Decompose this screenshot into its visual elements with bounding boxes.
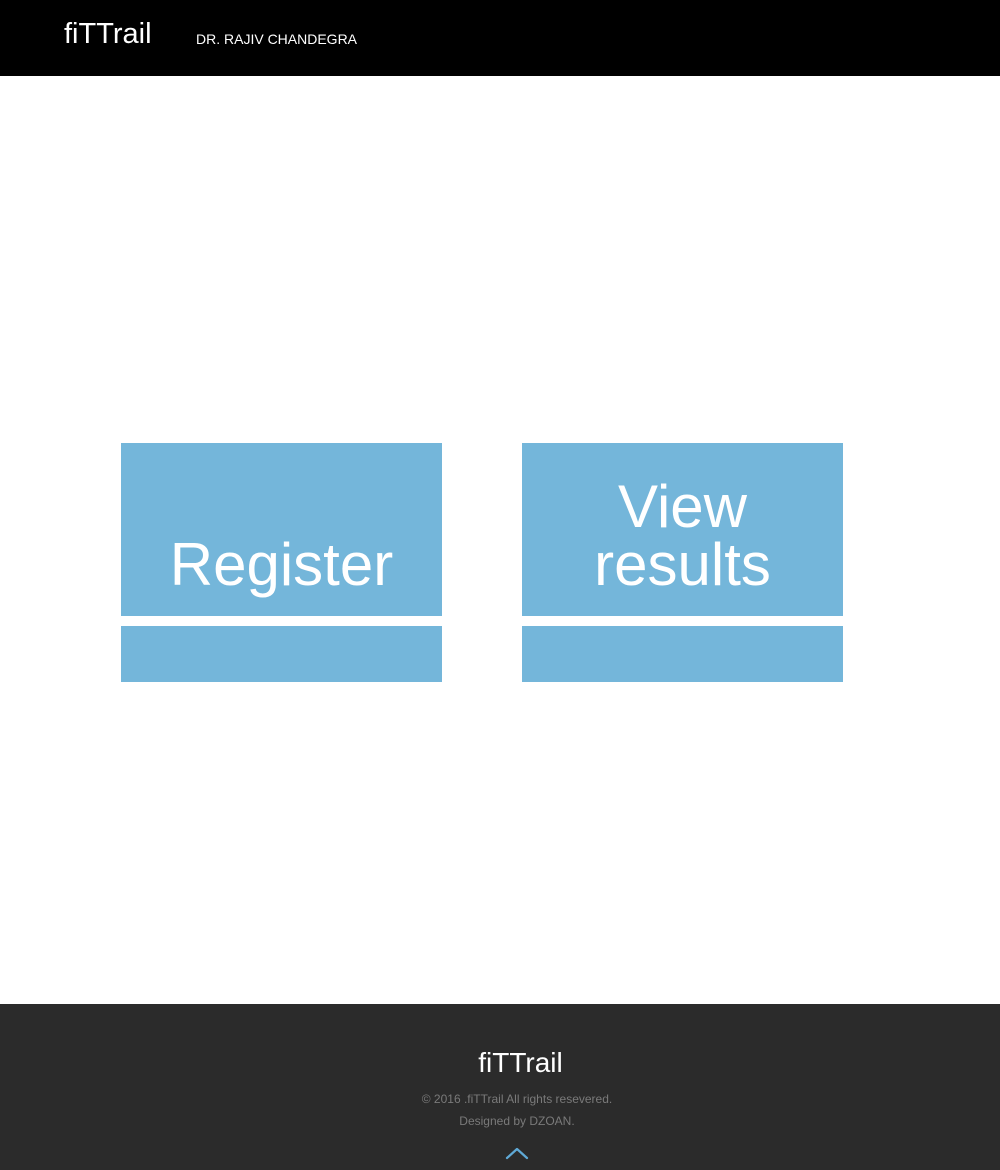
register-tile-footer-bar[interactable] bbox=[121, 626, 442, 682]
footer-copyright: © 2016 .fiTTrail All rights resevered. bbox=[421, 1092, 613, 1106]
brand-logo-link[interactable]: fiTTrail bbox=[64, 16, 152, 52]
view-results-tile[interactable]: View results bbox=[522, 443, 843, 616]
footer-credit: Designed by DZOAN. bbox=[459, 1114, 575, 1128]
chevron-up-icon[interactable] bbox=[505, 1146, 529, 1160]
register-tile[interactable]: Register bbox=[121, 443, 442, 616]
page-footer: fiTTrail © 2016 .fiTTrail All rights res… bbox=[0, 1004, 1000, 1170]
view-results-tile-footer-bar[interactable] bbox=[522, 626, 843, 682]
view-results-tile-label: View results bbox=[594, 473, 771, 598]
footer-brand: fiTTrail bbox=[478, 1047, 563, 1078]
register-tile-label: Register bbox=[169, 531, 394, 598]
user-name-link[interactable]: DR. RAJIV CHANDEGRA bbox=[196, 30, 357, 48]
top-navbar: fiTTrail DR. RAJIV CHANDEGRA bbox=[0, 0, 1000, 76]
